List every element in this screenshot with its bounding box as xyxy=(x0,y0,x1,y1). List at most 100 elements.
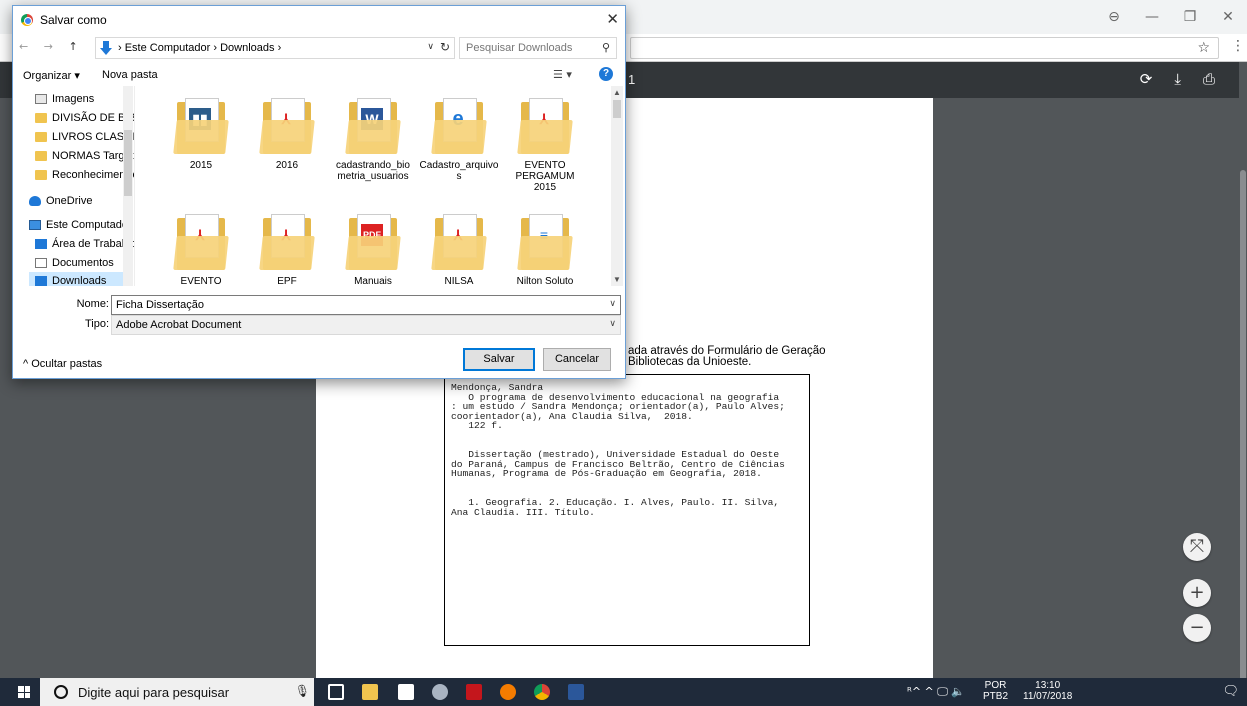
snipping-tool-icon[interactable] xyxy=(432,684,448,700)
task-view-icon[interactable] xyxy=(328,684,344,700)
zoom-out-button[interactable]: − xyxy=(1183,614,1211,642)
new-folder-button[interactable]: Nova pasta xyxy=(102,69,158,81)
path-breadcrumb[interactable]: › Este Computador › Downloads › ∨ ↻ xyxy=(95,37,455,59)
download-icon[interactable]: ⤓ xyxy=(1174,70,1181,88)
save-as-dialog: Salvar como ✕ ← → ↑ › Este Computador › … xyxy=(12,5,626,379)
nav-item-label: Downloads xyxy=(52,275,107,286)
microphone-icon[interactable]: 🎙 xyxy=(295,684,310,698)
cloud-icon xyxy=(29,196,41,206)
search-input[interactable]: Pesquisar Downloads ⚲ xyxy=(459,37,617,59)
help-icon[interactable]: ? xyxy=(599,67,613,81)
back-forward-arrows[interactable]: ← → xyxy=(19,40,59,53)
bookmark-star-icon[interactable]: ☆ xyxy=(1197,40,1210,56)
file-item[interactable]: ⅄ NILSA xyxy=(419,214,499,286)
address-bar[interactable]: ☆ xyxy=(630,37,1219,59)
print-icon[interactable]: ⎙ xyxy=(1203,70,1215,88)
firefox-icon[interactable] xyxy=(500,684,516,700)
file-item[interactable]: ⅄ EVENTO xyxy=(161,214,241,286)
clock[interactable]: 13:10 11/07/2018 xyxy=(1023,680,1072,702)
file-item[interactable]: ⅄ EVENTO PERGAMUM 2015 xyxy=(505,98,585,193)
page-indicator: 1 xyxy=(628,72,636,87)
filetype-value[interactable]: Adobe Acrobat Document xyxy=(116,319,241,331)
file-explorer-icon[interactable] xyxy=(362,684,378,700)
filename-label: Nome: xyxy=(76,298,109,310)
file-item[interactable]: ≡ Nilton Soluto xyxy=(505,214,585,286)
fit-page-button[interactable]: ⤧ xyxy=(1183,533,1211,561)
desktop-icon xyxy=(35,239,47,249)
notification-icon[interactable]: 🗨 xyxy=(1222,684,1239,699)
file-label: Manuais xyxy=(354,276,392,286)
nav-item-label: Documentos xyxy=(52,257,114,269)
filename-value[interactable]: Ficha Dissertação xyxy=(116,299,204,311)
file-item[interactable]: ⅄ 2016 xyxy=(247,98,327,171)
language-line-2: PTB2 xyxy=(983,691,1009,702)
file-label: cadastrando_bio metria_usuarios xyxy=(336,160,410,182)
nav-pane-scrollbar[interactable] xyxy=(123,86,133,286)
file-item[interactable]: ⅄ EPF xyxy=(247,214,327,286)
nav-item-normas[interactable]: NORMAS Target xyxy=(35,147,134,165)
zoom-in-button[interactable]: + xyxy=(1183,579,1211,607)
organize-button[interactable]: Organizar ▾ xyxy=(23,69,80,82)
nav-item-computer[interactable]: Este Computador xyxy=(29,216,129,234)
profile-icon[interactable]: ⊖ xyxy=(1095,9,1133,25)
taskbar: Digite aqui para pesquisar 🎙 ᴿ^ ^ 🖵 🔈 PO… xyxy=(0,678,1247,706)
file-item[interactable]: ▮▮ 2015 xyxy=(161,98,241,171)
restore-icon[interactable]: ❐ xyxy=(1171,9,1209,25)
window-close-icon[interactable]: ✕ xyxy=(1209,9,1247,25)
file-item[interactable]: PDF Manuais xyxy=(333,214,413,286)
nav-item-onedrive[interactable]: OneDrive xyxy=(29,192,129,210)
taskbar-search[interactable]: Digite aqui para pesquisar 🎙 xyxy=(40,678,314,706)
nav-item-desktop[interactable]: Área de Trabalho xyxy=(35,235,134,253)
nav-item-documents[interactable]: Documentos xyxy=(35,254,134,272)
mail-icon[interactable] xyxy=(398,684,414,700)
up-arrow-icon[interactable]: ↑ xyxy=(68,40,83,53)
path-dropdown-icon[interactable]: ∨ xyxy=(427,42,434,52)
file-list: ▮▮ 2015 ⅄ 2016 W cadastrando_bio metria_… xyxy=(137,86,611,286)
folder-icon: ⅄ xyxy=(173,214,229,270)
file-label: EVENTO xyxy=(180,276,222,286)
hide-folders-toggle[interactable]: ^ Ocultar pastas xyxy=(23,358,102,370)
minimize-icon[interactable]: — xyxy=(1133,9,1171,25)
save-button[interactable]: Salvar xyxy=(463,348,535,371)
file-item[interactable]: e Cadastro_arquivo s xyxy=(419,98,499,182)
rotate-icon[interactable]: ⟳ xyxy=(1140,70,1153,88)
file-item[interactable]: W cadastrando_bio metria_usuarios xyxy=(333,98,413,182)
chrome-logo-icon xyxy=(21,14,33,26)
cancel-button[interactable]: Cancelar xyxy=(543,348,611,371)
pdf-scrollbar[interactable] xyxy=(1239,62,1247,690)
scroll-up-icon[interactable]: ▲ xyxy=(613,88,621,97)
file-list-scroll-thumb[interactable] xyxy=(613,100,621,118)
nav-item-reconhecimento[interactable]: Reconhecimento xyxy=(35,166,134,184)
path-text[interactable]: › Este Computador › Downloads › xyxy=(118,42,281,54)
nav-item-divisao[interactable]: DIVISÃO DE BIBL xyxy=(35,109,134,127)
dialog-titlebar: Salvar como ✕ xyxy=(13,6,625,34)
nav-pane-scroll-thumb[interactable] xyxy=(124,130,132,196)
nav-item-imagens[interactable]: Imagens xyxy=(35,90,134,108)
word-icon[interactable] xyxy=(568,684,584,700)
nav-item-livros[interactable]: LIVROS CLASSIFI xyxy=(35,128,134,146)
view-options-icon[interactable]: ☰ ▾ xyxy=(553,68,572,81)
filetype-select[interactable]: Adobe Acrobat Document ∨ xyxy=(111,315,621,335)
search-icon: ⚲ xyxy=(601,41,610,54)
folder-icon: ▮▮ xyxy=(173,98,229,154)
chrome-icon[interactable] xyxy=(534,684,550,700)
browser-menu-icon[interactable]: ⋮ xyxy=(1231,38,1245,54)
acrobat-icon[interactable] xyxy=(466,684,482,700)
chevron-down-icon[interactable]: ∨ xyxy=(609,319,616,329)
tray-icons[interactable]: ᴿ^ ^ 🖵 🔈 xyxy=(907,685,965,699)
language-indicator[interactable]: POR PTB2 xyxy=(983,680,1008,702)
pdf-scroll-thumb[interactable] xyxy=(1240,170,1246,690)
folder-icon: ⅄ xyxy=(259,98,315,154)
folder-icon: ⅄ xyxy=(431,214,487,270)
taskbar-search-placeholder: Digite aqui para pesquisar xyxy=(78,685,230,700)
refresh-icon[interactable]: ↻ xyxy=(440,40,450,54)
dialog-navigation: ← → ↑ › Este Computador › Downloads › ∨ … xyxy=(13,36,625,60)
file-list-scrollbar[interactable]: ▲ ▼ xyxy=(611,86,623,286)
dialog-close-icon[interactable]: ✕ xyxy=(606,10,619,28)
filename-input[interactable]: Ficha Dissertação ∨ xyxy=(111,295,621,315)
scroll-down-icon[interactable]: ▼ xyxy=(613,275,621,284)
chevron-down-icon[interactable]: ∨ xyxy=(609,299,616,309)
nav-item-downloads[interactable]: Downloads xyxy=(29,272,125,286)
windows-start-icon[interactable] xyxy=(18,686,30,698)
back-forward-icons[interactable]: ← → ↑ xyxy=(19,40,84,53)
